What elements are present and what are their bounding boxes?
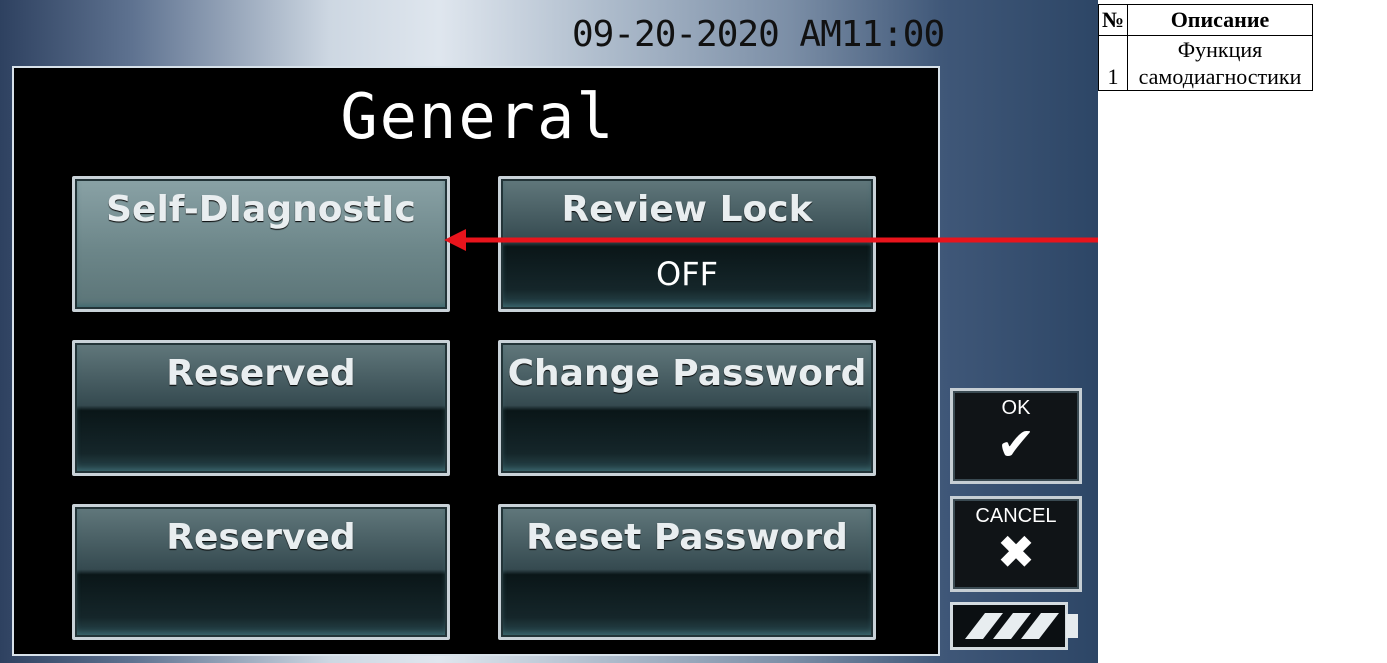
description-table: № Описание 1 Функция самодиагностики (1098, 4, 1313, 91)
reserved-button-1[interactable]: Reserved (72, 340, 450, 476)
review-lock-button[interactable]: Review Lock OFF (498, 176, 876, 312)
button-label: Review Lock (561, 189, 813, 230)
checkmark-icon: ✔ (996, 417, 1036, 471)
cancel-button[interactable]: CANCEL ✖ (950, 496, 1082, 592)
battery-tip (1066, 614, 1078, 638)
description-line-2: самодиагностики (1138, 64, 1302, 89)
battery-icon (950, 602, 1068, 650)
table-header-description: Описание (1127, 4, 1313, 36)
button-label: Reserved (166, 517, 356, 558)
reset-password-button[interactable]: Reset Password (498, 504, 876, 640)
change-password-button[interactable]: Change Password (498, 340, 876, 476)
device-screen: 09-20-2020 AM11:00 General Self-DIagnost… (0, 0, 1098, 663)
button-label: Reserved (166, 353, 356, 394)
table-row: 1 Функция самодиагностики (1098, 35, 1313, 91)
button-label: Change Password (507, 353, 867, 394)
datetime-display: 09-20-2020 AM11:00 (572, 14, 945, 55)
battery-level-fill (965, 613, 1059, 639)
description-line-1: Функция (1177, 37, 1263, 62)
ok-button[interactable]: OK ✔ (950, 388, 1082, 484)
reserved-button-2[interactable]: Reserved (72, 504, 450, 640)
general-menu-panel: General Self-DIagnostIc Review Lock OFF … (12, 66, 940, 656)
page-title: General (340, 80, 616, 153)
button-label: Reset Password (526, 517, 848, 558)
self-diagnostic-button[interactable]: Self-DIagnostIc (72, 176, 450, 312)
cross-icon: ✖ (996, 525, 1036, 579)
review-lock-status: OFF (656, 255, 718, 293)
table-header-number: № (1098, 4, 1128, 36)
row-number: 1 (1098, 35, 1128, 91)
button-label: Self-DIagnostIc (106, 189, 416, 230)
row-description: Функция самодиагностики (1127, 35, 1313, 91)
